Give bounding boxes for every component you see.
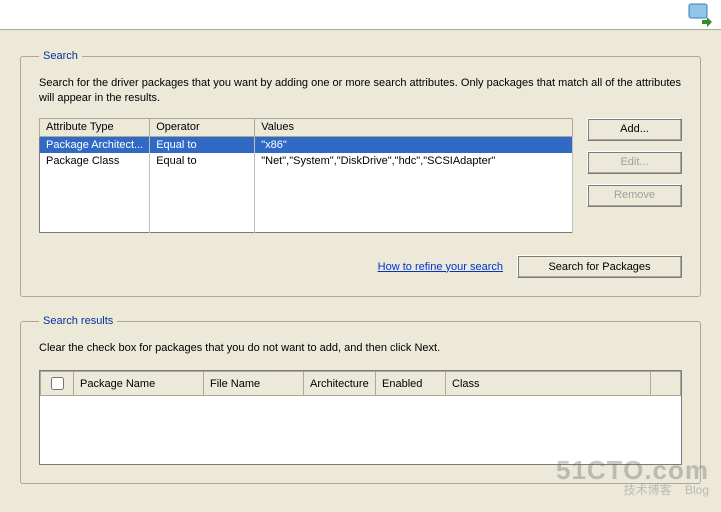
col-header-architecture[interactable]: Architecture — [304, 372, 376, 396]
edit-button[interactable]: Edit... — [587, 151, 682, 174]
cell-operator: Equal to — [150, 136, 255, 153]
header-icon — [687, 3, 713, 30]
table-row — [40, 217, 573, 233]
attribute-table-wrap: Attribute Type Operator Values Package A… — [39, 118, 573, 234]
col-header-file-name[interactable]: File Name — [204, 372, 304, 396]
header-bar — [0, 0, 721, 30]
search-instructions: Search for the driver packages that you … — [39, 76, 682, 106]
search-for-packages-button[interactable]: Search for Packages — [517, 255, 682, 278]
table-row[interactable]: Package Architect...Equal to"x86" — [40, 136, 573, 153]
col-header-checkbox[interactable] — [41, 372, 74, 396]
cell-attribute — [40, 169, 150, 185]
col-header-tail — [651, 372, 681, 396]
cell-values — [255, 169, 573, 185]
remove-button[interactable]: Remove — [587, 184, 682, 207]
search-legend: Search — [39, 50, 82, 62]
cell-values: "Net","System","DiskDrive","hdc","SCSIAd… — [255, 153, 573, 169]
col-header-operator[interactable]: Operator — [150, 118, 255, 136]
attribute-buttons: Add... Edit... Remove — [587, 118, 682, 234]
cell-operator — [150, 217, 255, 233]
cell-attribute: Package Class — [40, 153, 150, 169]
table-row — [40, 185, 573, 201]
dialog-content: Search Search for the driver packages th… — [0, 30, 721, 512]
table-row[interactable]: Package ClassEqual to"Net","System","Dis… — [40, 153, 573, 169]
col-header-class[interactable]: Class — [446, 372, 651, 396]
add-button[interactable]: Add... — [587, 118, 682, 141]
results-table[interactable]: Package Name File Name Architecture Enab… — [40, 371, 681, 396]
col-header-attribute[interactable]: Attribute Type — [40, 118, 150, 136]
attribute-table[interactable]: Attribute Type Operator Values Package A… — [39, 118, 573, 234]
cell-operator — [150, 185, 255, 201]
cell-attribute — [40, 201, 150, 217]
search-group: Search Search for the driver packages th… — [20, 50, 701, 297]
select-all-checkbox[interactable] — [51, 377, 64, 390]
cell-attribute — [40, 185, 150, 201]
col-header-enabled[interactable]: Enabled — [376, 372, 446, 396]
cell-operator: Equal to — [150, 153, 255, 169]
cell-values — [255, 201, 573, 217]
results-table-wrap: Package Name File Name Architecture Enab… — [39, 370, 682, 465]
cell-values — [255, 217, 573, 233]
cell-operator — [150, 201, 255, 217]
cell-attribute: Package Architect... — [40, 136, 150, 153]
results-legend: Search results — [39, 315, 117, 327]
results-group: Search results Clear the check box for p… — [20, 315, 701, 484]
table-row — [40, 201, 573, 217]
col-header-values[interactable]: Values — [255, 118, 573, 136]
cell-operator — [150, 169, 255, 185]
table-row — [40, 169, 573, 185]
cell-values — [255, 185, 573, 201]
results-instructions: Clear the check box for packages that yo… — [39, 341, 682, 356]
cell-attribute — [40, 217, 150, 233]
col-header-package-name[interactable]: Package Name — [74, 372, 204, 396]
refine-search-link[interactable]: How to refine your search — [378, 261, 503, 273]
cell-values: "x86" — [255, 136, 573, 153]
